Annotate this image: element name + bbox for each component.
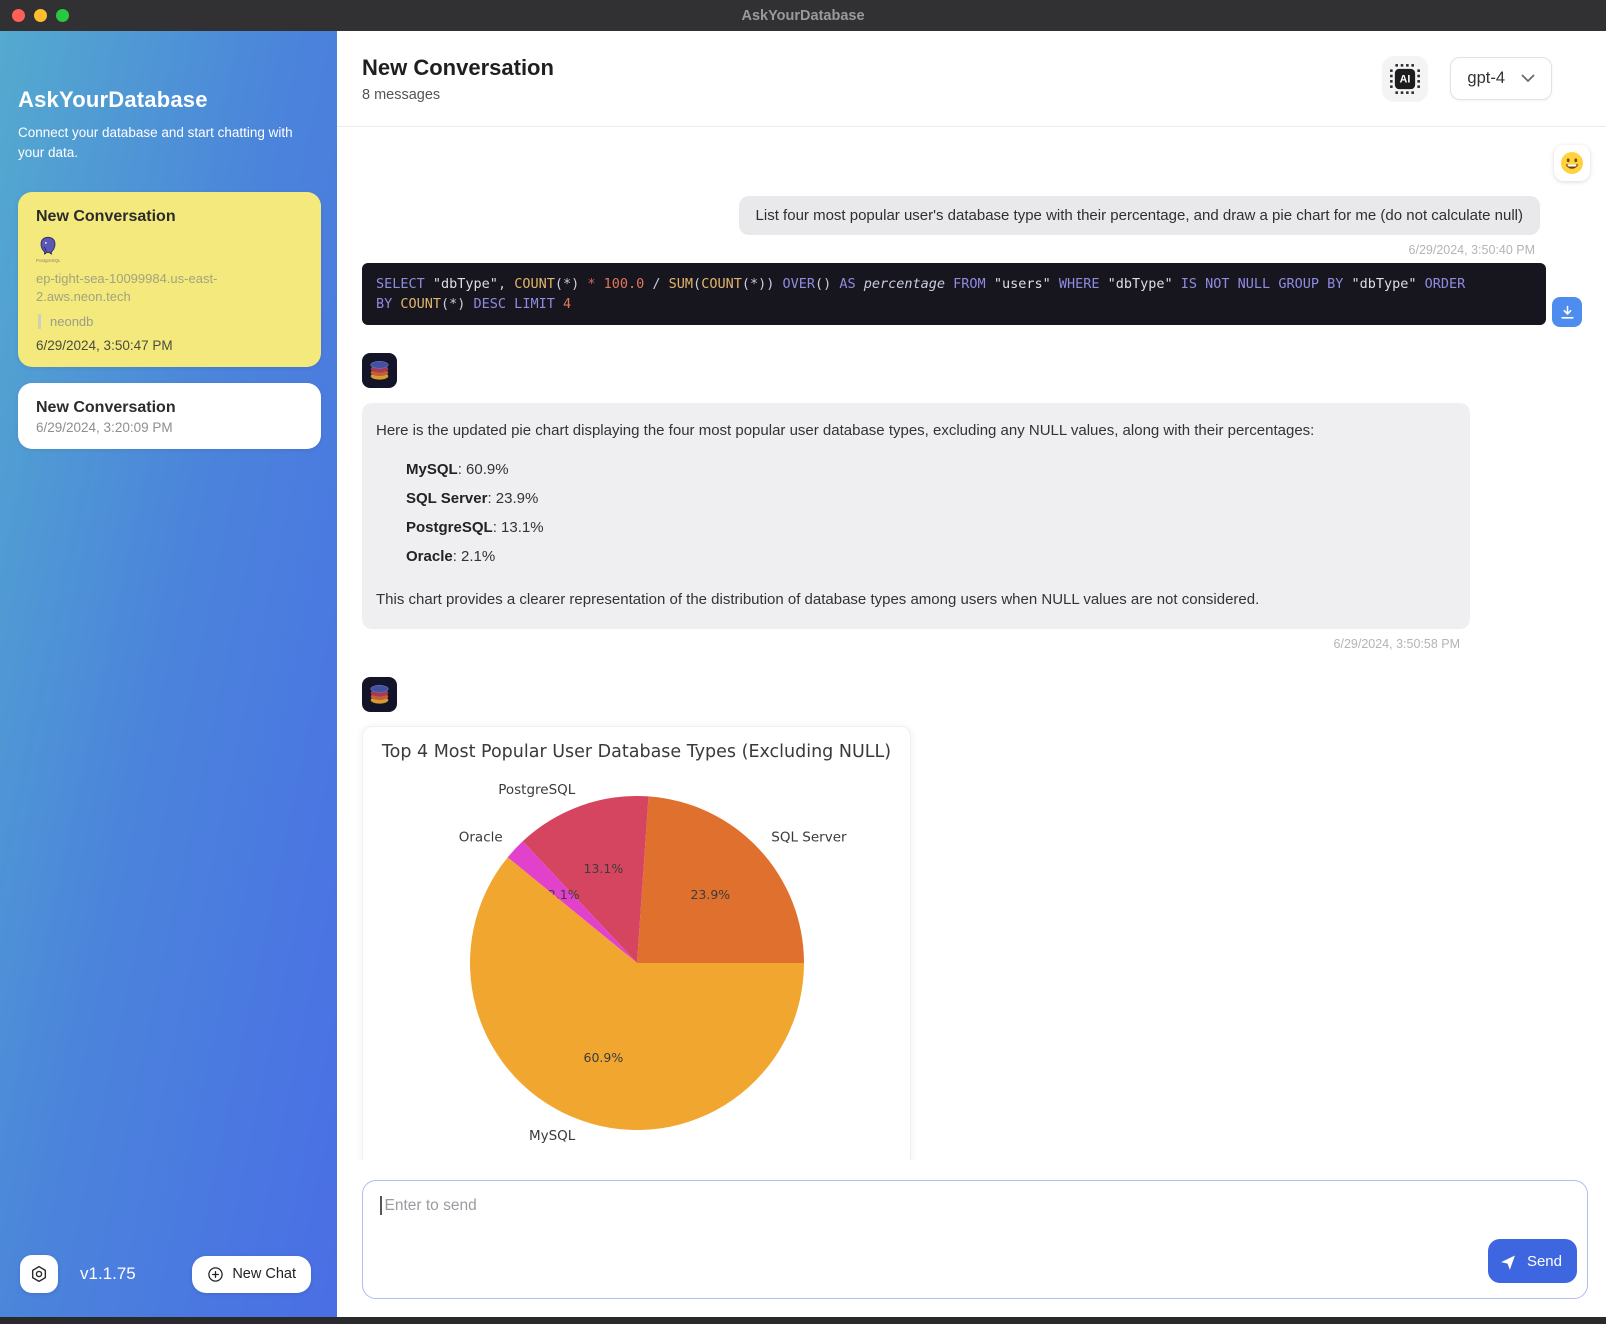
text-cursor <box>380 1196 382 1215</box>
app-window: AskYourDatabase AskYourDatabase Connect … <box>0 0 1606 1324</box>
conversation-timestamp: 6/29/2024, 3:20:09 PM <box>36 420 303 435</box>
user-avatar <box>1554 145 1590 181</box>
plus-circle-icon <box>207 1266 224 1283</box>
send-button[interactable]: Send <box>1488 1239 1577 1283</box>
db-logo-label: PostgreSQL <box>36 258 61 263</box>
new-chat-button[interactable]: New Chat <box>192 1256 311 1293</box>
app-version: v1.1.75 <box>80 1264 136 1284</box>
sql-code-block[interactable]: SELECT "dbType", COUNT(*) * 100.0 / SUM(… <box>362 263 1546 325</box>
assistant-list-item: SQL Server: 23.9% <box>406 488 1454 510</box>
sql-code-line: SELECT "dbType", COUNT(*) * 100.0 / SUM(… <box>376 274 1532 294</box>
message-input[interactable]: Enter to send Send <box>362 1180 1588 1299</box>
window-titlebar: AskYourDatabase <box>0 0 1606 31</box>
input-placeholder: Enter to send <box>385 1197 477 1215</box>
paper-plane-icon <box>1501 1252 1519 1270</box>
pie-category-label: SQL Server <box>771 830 847 846</box>
conversation-list: New Conversation PostgreSQL ep-tight-sea-1… <box>18 192 321 450</box>
postgresql-elephant-icon <box>37 235 59 257</box>
pie-category-label: PostgreSQL <box>498 782 576 798</box>
minimize-button[interactable] <box>34 9 47 22</box>
assistant-outro: This chart provides a clearer representa… <box>376 589 1454 611</box>
new-chat-label: New Chat <box>232 1266 296 1282</box>
sql-code-line: BY COUNT(*) DESC LIMIT 4 <box>376 294 1532 314</box>
page-title: New Conversation <box>362 55 554 81</box>
smiley-emoji-icon <box>1560 151 1584 175</box>
ai-agent-button[interactable]: AI <box>1382 56 1428 102</box>
composer: Enter to send Send <box>337 1160 1606 1317</box>
database-stack-icon <box>362 677 397 712</box>
svg-text:AI: AI <box>1400 73 1411 85</box>
database-stack-icon <box>362 353 397 388</box>
window-title: AskYourDatabase <box>0 8 1606 24</box>
download-icon <box>1559 304 1576 321</box>
pie-percent-label: 13.1% <box>584 861 624 876</box>
chat-scroll-area[interactable]: List four most popular user's database t… <box>337 128 1606 1317</box>
pie-chart-card: Top 4 Most Popular User Database Types (… <box>362 726 911 1167</box>
pie-percent-label: 23.9% <box>690 887 730 902</box>
pie-category-label: MySQL <box>529 1128 576 1144</box>
pie-category-label: Oracle <box>459 830 503 846</box>
assistant-avatar <box>362 353 397 388</box>
send-label: Send <box>1527 1253 1562 1270</box>
pie-chart: 23.9%SQL Server13.1%PostgreSQL2.1%Oracle… <box>363 762 911 1166</box>
assistant-intro: Here is the updated pie chart displaying… <box>376 420 1454 442</box>
bottom-strip <box>0 1317 1606 1324</box>
chat-header: New Conversation 8 messages <box>337 31 1606 127</box>
sql-code-wrap: SELECT "dbType", COUNT(*) * 100.0 / SUM(… <box>362 263 1546 325</box>
conversation-timestamp: 6/29/2024, 3:50:47 PM <box>36 338 303 353</box>
download-sql-button[interactable] <box>1552 297 1582 327</box>
db-logo: PostgreSQL <box>36 235 61 263</box>
pie-percent-label: 60.9% <box>584 1050 624 1065</box>
pie-slice-sql-server <box>637 796 804 963</box>
user-message-timestamp: 6/29/2024, 3:50:40 PM <box>362 243 1535 257</box>
app-tagline: Connect your database and start chatting… <box>18 123 303 164</box>
assistant-message-bubble: Here is the updated pie chart displaying… <box>362 403 1470 629</box>
sidebar: AskYourDatabase Connect your database an… <box>0 31 337 1317</box>
assistant-list: MySQL: 60.9% SQL Server: 23.9% PostgreSQL:… <box>406 459 1454 568</box>
user-message-bubble: List four most popular user's database t… <box>739 196 1540 235</box>
gear-icon <box>29 1264 49 1284</box>
chart-title: Top 4 Most Popular User Database Types (… <box>363 727 910 762</box>
model-selector[interactable]: gpt-4 <box>1450 57 1552 100</box>
assistant-list-item: MySQL: 60.9% <box>406 459 1454 481</box>
conversation-card[interactable]: New Conversation PostgreSQL ep-tight-sea-1… <box>18 192 321 368</box>
message-count: 8 messages <box>362 87 554 103</box>
assistant-list-item: Oracle: 2.1% <box>406 546 1454 568</box>
traffic-lights <box>12 9 69 22</box>
chevron-down-icon <box>1521 74 1535 83</box>
ai-chip-icon: AI <box>1389 63 1421 95</box>
conversation-database: neondb <box>38 314 303 329</box>
sidebar-footer: v1.1.75 New Chat <box>20 1255 311 1293</box>
main-panel: New Conversation 8 messages <box>337 31 1606 1317</box>
conversation-card[interactable]: New Conversation 6/29/2024, 3:20:09 PM <box>18 383 321 449</box>
conversation-title: New Conversation <box>36 399 303 417</box>
assistant-message-timestamp: 6/29/2024, 3:50:58 PM <box>362 637 1460 651</box>
conversation-title: New Conversation <box>36 208 303 226</box>
settings-button[interactable] <box>20 1255 58 1293</box>
conversation-host: ep-tight-sea-10099984.us-east-2.aws.neon… <box>36 270 303 308</box>
model-selector-value: gpt-4 <box>1467 69 1505 88</box>
assistant-list-item: PostgreSQL: 13.1% <box>406 517 1454 539</box>
close-button[interactable] <box>12 9 25 22</box>
app-logo-text: AskYourDatabase <box>18 87 321 113</box>
zoom-button[interactable] <box>56 9 69 22</box>
assistant-avatar <box>362 677 397 712</box>
